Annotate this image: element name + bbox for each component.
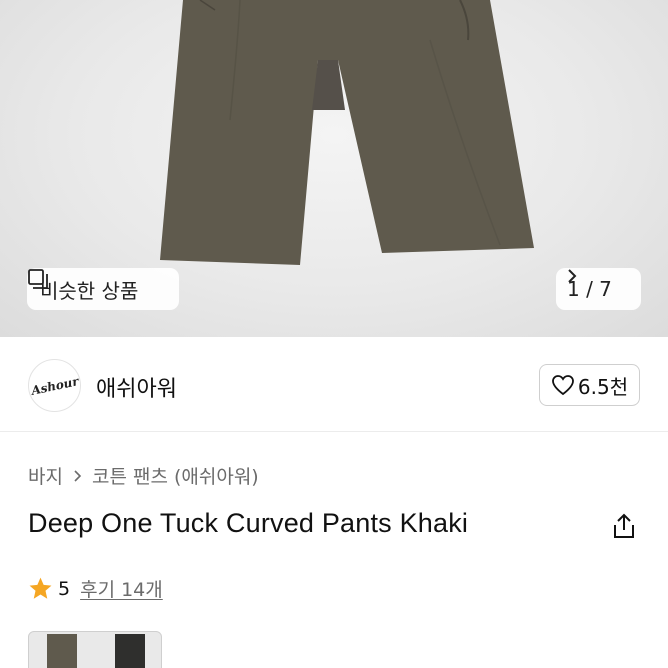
similar-products-button[interactable]: 비슷한 상품 <box>27 268 179 310</box>
chevron-right-icon <box>74 469 82 482</box>
brand-logo-text: Ashour <box>29 373 80 398</box>
rating-row: 5 후기 14개 <box>28 575 163 602</box>
breadcrumb-level1[interactable]: 바지 <box>28 462 63 489</box>
product-image-gallery[interactable]: 비슷한 상품 1 / 7 <box>0 0 668 337</box>
rating-score: 5 <box>58 577 71 600</box>
share-icon[interactable] <box>611 512 637 540</box>
product-title: Deep One Tuck Curved Pants Khaki <box>28 508 469 538</box>
breadcrumb: 바지 코튼 팬츠 (애쉬아워) <box>28 462 259 489</box>
brand-name[interactable]: 애쉬아워 <box>96 371 177 403</box>
breadcrumb-level2[interactable]: 코튼 팬츠 (애쉬아워) <box>92 462 259 489</box>
swatch-khaki[interactable] <box>28 631 162 668</box>
like-count: 6.5천 <box>577 374 629 399</box>
similar-products-label: 비슷한 상품 <box>40 278 139 303</box>
chevron-right-icon <box>568 269 577 283</box>
image-counter-button[interactable]: 1 / 7 <box>556 268 641 310</box>
swatch-image <box>47 634 145 668</box>
like-button[interactable]: 6.5천 <box>539 364 640 406</box>
star-icon <box>29 577 52 599</box>
color-swatches <box>28 631 162 668</box>
brand-row: Ashour 애쉬아워 6.5천 <box>0 337 668 432</box>
heart-icon <box>551 375 574 396</box>
review-link[interactable]: 후기 14개 <box>80 575 163 602</box>
brand-logo[interactable]: Ashour <box>28 359 81 412</box>
similar-items-icon <box>28 269 48 289</box>
